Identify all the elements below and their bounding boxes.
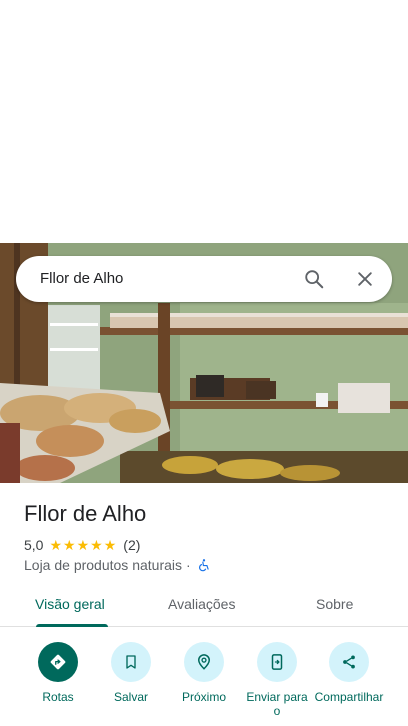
separator-dot: · (186, 557, 191, 573)
nearby-label: Próximo (181, 690, 226, 704)
wheelchair-accessible-icon (197, 558, 211, 572)
directions-label: Rotas (42, 690, 74, 704)
star-icon: ★ (103, 537, 117, 553)
save-label: Salvar (113, 690, 148, 704)
search-query-text[interactable]: Fllor de Alho (40, 270, 123, 287)
share-label: Compartilhar (314, 690, 384, 704)
star-icon: ★ (76, 537, 90, 553)
place-tabs: Visão geral Avaliações Sobre (0, 585, 408, 627)
save-button[interactable]: Salvar (91, 640, 171, 704)
nearby-icon (184, 642, 224, 682)
review-count[interactable]: (2) (123, 537, 140, 553)
search-icon[interactable] (302, 267, 326, 291)
share-icon (329, 642, 369, 682)
action-buttons: Rotas Salvar Próximo Enviar para o Compa… (0, 640, 408, 726)
star-icon: ★ (63, 537, 76, 553)
bookmark-icon (111, 642, 151, 682)
tab-overview[interactable]: Visão geral (35, 596, 105, 612)
share-button[interactable]: Compartilhar (309, 640, 389, 704)
tab-about[interactable]: Sobre (316, 596, 353, 612)
place-title: Fllor de Alho (24, 501, 147, 526)
nearby-button[interactable]: Próximo (164, 640, 244, 704)
rating-value: 5,0 (24, 537, 44, 553)
directions-button[interactable]: Rotas (18, 640, 98, 704)
rating-stars: ★ ★ ★ ★ ★ (49, 538, 117, 552)
rating-row[interactable]: 5,0 ★ ★ ★ ★ ★ (2) (24, 536, 140, 554)
tab-reviews[interactable]: Avaliações (168, 596, 235, 612)
star-icon: ★ (90, 537, 103, 553)
category-row: Loja de produtos naturais · (24, 556, 211, 574)
send-to-phone-button[interactable]: Enviar para o (237, 640, 317, 718)
close-icon[interactable] (353, 267, 377, 291)
active-tab-indicator (36, 624, 108, 627)
star-icon: ★ (49, 537, 63, 553)
map-blank-area (0, 0, 408, 243)
send-to-phone-icon (257, 642, 297, 682)
directions-icon (38, 642, 78, 682)
place-category: Loja de produtos naturais (24, 557, 182, 573)
send-to-phone-label: Enviar para o (246, 690, 308, 718)
search-bar[interactable]: Fllor de Alho (16, 256, 392, 302)
